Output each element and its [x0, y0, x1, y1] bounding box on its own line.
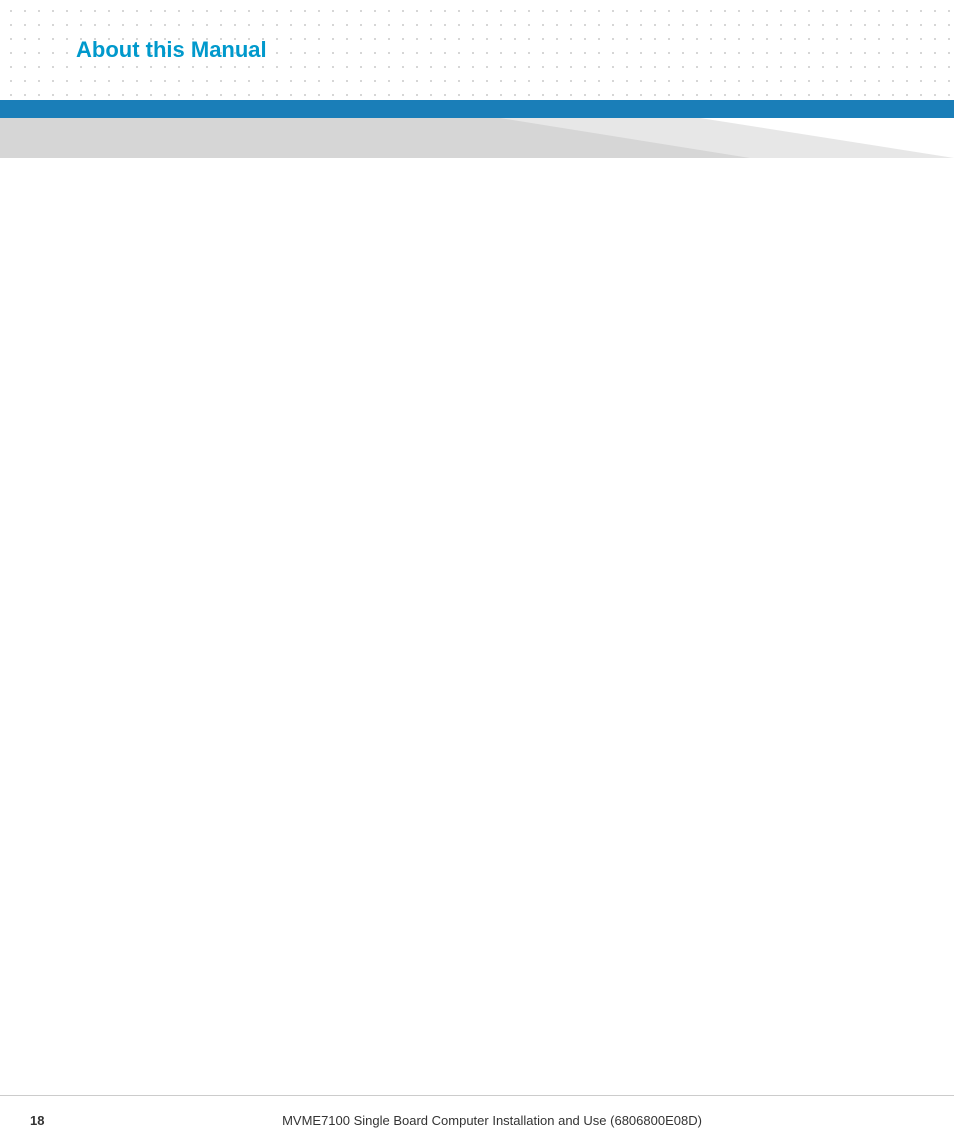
footer-page-number: 18: [30, 1113, 60, 1128]
page-title-container: About this Manual: [0, 0, 954, 100]
footer: 18 MVME7100 Single Board Computer Instal…: [0, 1095, 954, 1145]
diagonal-decoration: [0, 118, 954, 158]
diagonal-svg: [0, 118, 954, 158]
blue-accent-bar: [0, 100, 954, 118]
page-title: About this Manual: [76, 37, 267, 63]
footer-document-title: MVME7100 Single Board Computer Installat…: [60, 1113, 924, 1128]
header-section: About this Manual: [0, 0, 954, 100]
main-content-area: [0, 158, 954, 1095]
